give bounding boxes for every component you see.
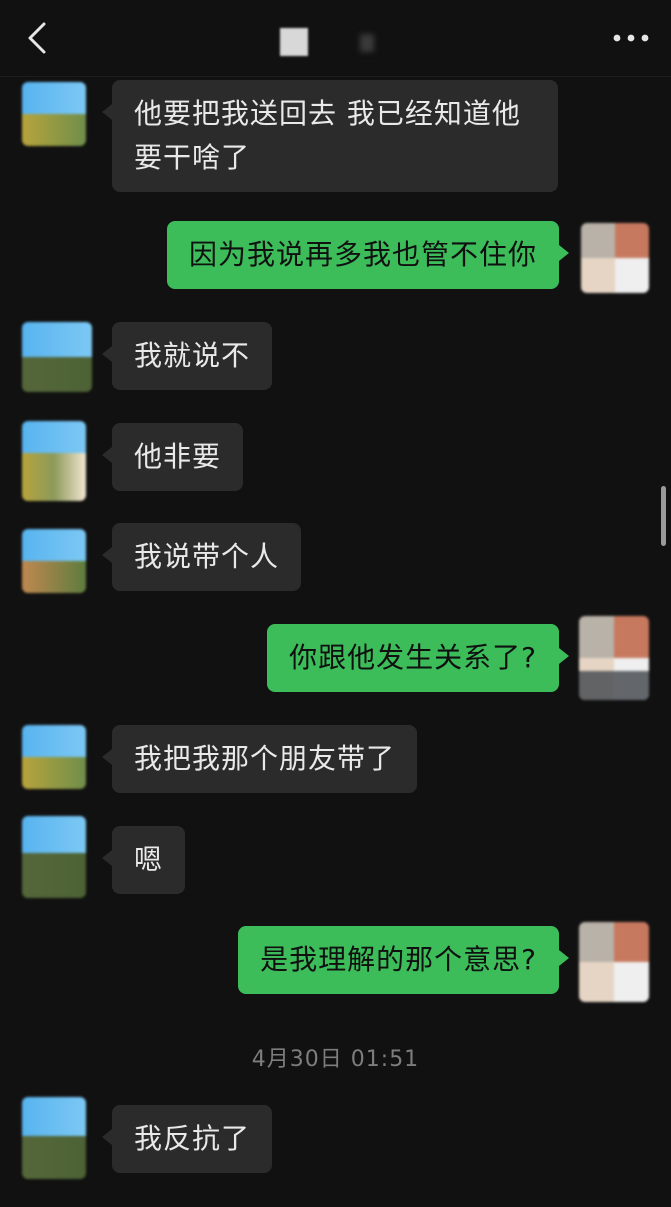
title-mosaic	[280, 28, 308, 56]
message-bubble-outgoing[interactable]: 你跟他发生关系了?	[267, 624, 569, 692]
contact-avatar[interactable]	[22, 816, 86, 898]
message-row: 我就说不	[0, 322, 671, 394]
message-row: 你跟他发生关系了?	[0, 616, 671, 700]
message-bubble-outgoing[interactable]: 因为我说再多我也管不住你	[166, 221, 570, 289]
back-button[interactable]	[18, 18, 58, 58]
message-list[interactable]: 他要把我送回去 我已经知道他要干啥了 因为我说再多我也管不住你 我就说不 他非要…	[0, 76, 671, 1207]
message-timestamp: 4月30日 01:51	[251, 1047, 420, 1072]
message-bubble-incoming[interactable]: 我反抗了	[101, 1105, 273, 1173]
user-avatar[interactable]	[579, 616, 649, 700]
contact-avatar[interactable]	[22, 82, 86, 146]
scrollbar[interactable]	[661, 486, 666, 546]
message-bubble-incoming[interactable]: 我说带个人	[101, 523, 302, 591]
message-bubble-outgoing[interactable]: 是我理解的那个意思?	[238, 926, 569, 994]
more-horizontal-icon	[613, 34, 649, 42]
chevron-left-icon	[28, 22, 46, 54]
message-bubble-incoming[interactable]: 他要把我送回去 我已经知道他要干啥了	[102, 80, 558, 192]
user-avatar[interactable]	[579, 922, 649, 1002]
message-row: 我说带个人	[0, 523, 671, 595]
title-mosaic-secondary	[360, 34, 374, 52]
message-row: 我把我那个朋友带了	[0, 725, 671, 797]
chat-header	[0, 0, 671, 77]
message-bubble-incoming[interactable]: 嗯	[101, 826, 186, 894]
message-bubble-incoming[interactable]: 我把我那个朋友带了	[101, 725, 418, 793]
message-bubble-incoming[interactable]: 我就说不	[101, 322, 273, 390]
message-row: 是我理解的那个意思?	[0, 922, 671, 1002]
message-row: 他非要	[0, 421, 671, 501]
contact-avatar[interactable]	[22, 322, 92, 392]
message-row: 嗯	[0, 816, 671, 898]
message-row: 我反抗了	[0, 1097, 671, 1179]
chat-title	[280, 28, 390, 58]
message-row: 因为我说再多我也管不住你	[0, 221, 671, 293]
user-avatar[interactable]	[581, 223, 649, 293]
more-button[interactable]	[609, 20, 653, 56]
message-bubble-incoming[interactable]: 他非要	[101, 423, 244, 491]
contact-avatar[interactable]	[22, 529, 86, 593]
message-row: 他要把我送回去 我已经知道他要干啥了	[0, 80, 671, 196]
contact-avatar[interactable]	[22, 725, 86, 789]
contact-avatar[interactable]	[22, 1097, 86, 1179]
contact-avatar[interactable]	[22, 421, 86, 501]
